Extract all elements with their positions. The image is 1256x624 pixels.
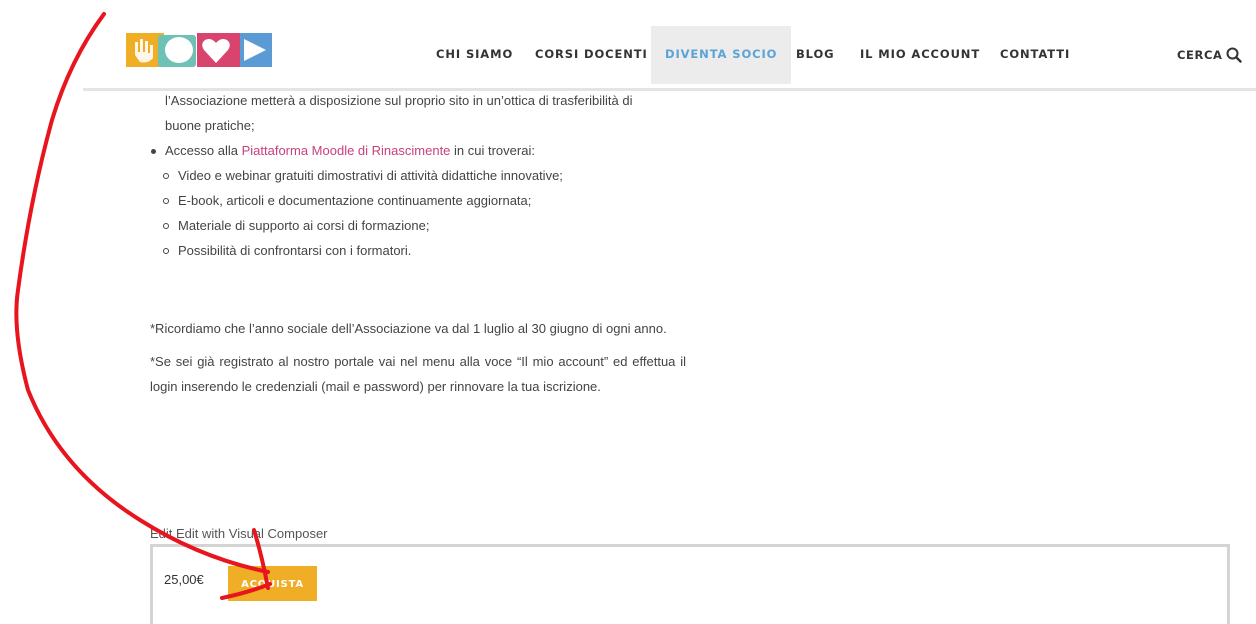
intro-text-line-2: buone pratiche; bbox=[165, 118, 255, 133]
bullet-suffix: in cui troverai: bbox=[450, 143, 535, 158]
benefits-list: Accesso alla Piattaforma Moodle di Rinas… bbox=[150, 138, 686, 263]
sub-list-item: E-book, articoli e documentazione contin… bbox=[150, 188, 686, 213]
nav-il-mio-account[interactable]: IL MIO ACCOUNT bbox=[860, 26, 980, 84]
bullet-prefix: Accesso alla bbox=[165, 143, 242, 158]
search-button[interactable]: CERCA bbox=[1177, 26, 1242, 84]
sub-list-item: Materiale di supporto ai corsi di formaz… bbox=[150, 213, 686, 238]
renewal-note: *Se sei già registrato al nostro portale… bbox=[150, 354, 686, 394]
list-item: Accesso alla Piattaforma Moodle di Rinas… bbox=[150, 138, 686, 163]
edit-visual-composer-link[interactable]: Edit Edit with Visual Composer bbox=[150, 524, 328, 544]
search-label: CERCA bbox=[1177, 48, 1223, 62]
site-header: CHI SIAMO CORSI DOCENTI DIVENTA SOCIO BL… bbox=[0, 0, 1256, 91]
nav-diventa-socio[interactable]: DIVENTA SOCIO bbox=[651, 26, 792, 84]
nav-blog[interactable]: BLOG bbox=[796, 26, 835, 84]
nav-corsi-docenti[interactable]: CORSI DOCENTI bbox=[535, 26, 648, 84]
search-icon bbox=[1226, 47, 1242, 63]
intro-text-line-1: l’Associazione metterà a disposizione su… bbox=[165, 93, 633, 108]
nav-contatti[interactable]: CONTATTI bbox=[1000, 26, 1070, 84]
site-logo[interactable] bbox=[126, 33, 272, 69]
nav-chi-siamo[interactable]: CHI SIAMO bbox=[436, 26, 513, 84]
buy-button[interactable]: ACQUISTA bbox=[228, 566, 317, 601]
product-price: 25,00€ bbox=[164, 572, 204, 587]
sub-list-item: Video e webinar gratuiti dimostrativi di… bbox=[150, 163, 686, 188]
moodle-platform-link[interactable]: Piattaforma Moodle di Rinascimente bbox=[242, 143, 451, 158]
sub-list-item: Possibilità di confrontarsi con i format… bbox=[150, 238, 686, 263]
main-content: l’Associazione metterà a disposizione su… bbox=[150, 90, 686, 399]
social-year-note: *Ricordiamo che l’anno sociale dell’Asso… bbox=[150, 321, 667, 336]
